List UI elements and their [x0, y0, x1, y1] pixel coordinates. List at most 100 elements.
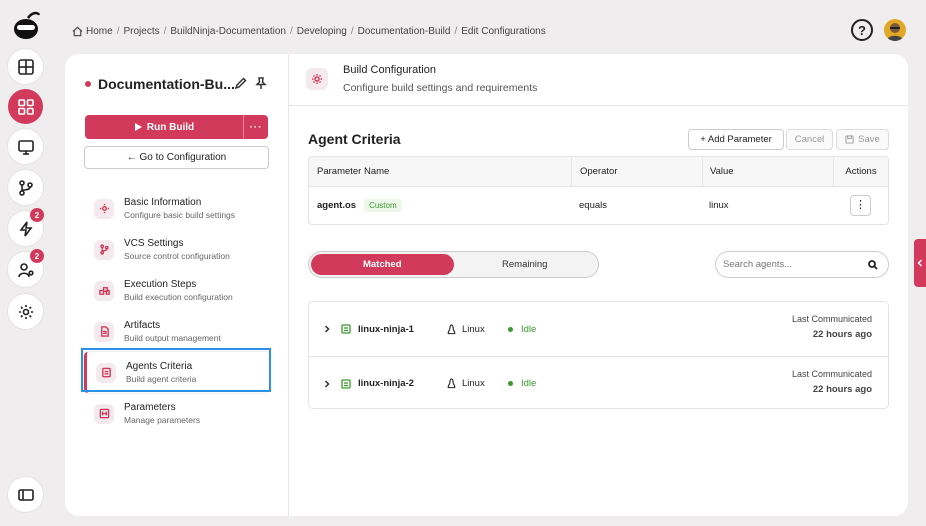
- col-operator: Operator: [571, 157, 702, 187]
- nav-artifacts[interactable]: Artifacts Build output management: [84, 311, 269, 352]
- chevron-right-icon[interactable]: [323, 325, 331, 333]
- breadcrumb-projects[interactable]: Projects: [123, 26, 159, 37]
- rail-builds-button[interactable]: 2: [8, 208, 44, 246]
- save-button[interactable]: Save: [836, 129, 889, 150]
- row-actions-button[interactable]: ⋮: [850, 195, 871, 216]
- rail-dashboard-button[interactable]: [8, 49, 43, 84]
- agents-list: linux-ninja-1 Linux Idle Last Communicat…: [308, 301, 889, 409]
- status-dot: [85, 81, 91, 87]
- run-build-label: Run Build: [146, 121, 195, 133]
- last-communicated: Last Communicated 22 hours ago: [792, 369, 872, 395]
- search-input[interactable]: [723, 259, 853, 270]
- nav-basic-information[interactable]: Basic Information Configure basic build s…: [84, 188, 269, 229]
- grid-icon: [17, 98, 34, 115]
- agent-icon: [101, 367, 111, 378]
- param-name: agent.os: [317, 200, 357, 211]
- run-build-main[interactable]: Run Build: [85, 115, 243, 139]
- cancel-button[interactable]: Cancel: [786, 129, 833, 150]
- table-row: agent.os Custom equals linux ⋮: [309, 187, 888, 224]
- status-badge: Idle: [508, 324, 536, 335]
- rail-projects-button[interactable]: [8, 89, 43, 124]
- actions-cell: ⋮: [833, 195, 888, 216]
- gear-icon: [18, 304, 33, 319]
- agent-os-label: Linux: [462, 378, 485, 389]
- edit-icon[interactable]: [234, 76, 248, 90]
- agent-icon: [341, 324, 351, 334]
- builds-badge: 2: [30, 208, 44, 222]
- branch-icon: [99, 244, 109, 255]
- param-name-cell: agent.os Custom: [309, 199, 571, 212]
- last-communicated-label: Last Communicated: [791, 369, 872, 379]
- nav-subtitle: Source control configuration: [124, 251, 230, 261]
- help-button[interactable]: ?: [851, 19, 873, 41]
- branch-icon: [18, 179, 33, 196]
- agent-os: Linux: [446, 324, 508, 335]
- breadcrumb-developing[interactable]: Developing: [297, 26, 347, 37]
- rail-agents-button[interactable]: [8, 129, 43, 164]
- section-subtitle: Configure build settings and requirement…: [343, 82, 538, 94]
- lightning-icon: [18, 221, 33, 236]
- home-icon: [72, 26, 83, 36]
- rail-settings-button[interactable]: [8, 294, 43, 329]
- nav-vcs-settings[interactable]: VCS Settings Source control configuration: [84, 229, 269, 270]
- last-communicated-label: Last Communicated: [791, 314, 872, 324]
- agent-search[interactable]: [715, 251, 889, 278]
- param-operator: equals: [579, 200, 607, 211]
- file-icon: [100, 326, 109, 337]
- status-badge: Idle: [508, 378, 536, 389]
- add-parameter-button[interactable]: + Add Parameter: [688, 129, 784, 150]
- tab-remaining[interactable]: Remaining: [454, 254, 597, 275]
- rail-vcs-button[interactable]: [8, 170, 43, 205]
- pin-icon[interactable]: [254, 76, 268, 90]
- run-build-more-button[interactable]: ···: [243, 115, 268, 139]
- nav-title: Execution Steps: [124, 279, 197, 290]
- status-text: Idle: [521, 323, 537, 335]
- agent-name[interactable]: linux-ninja-2: [358, 378, 446, 389]
- nav-parameters[interactable]: Parameters Manage parameters: [84, 393, 269, 434]
- nav-execution-steps[interactable]: Execution Steps Build execution configura…: [84, 270, 269, 311]
- ninja-logo-icon[interactable]: [12, 10, 40, 40]
- agent-criteria-title: Agent Criteria: [308, 131, 401, 147]
- nav-title: Parameters: [124, 402, 176, 413]
- rail-collapse-button[interactable]: [8, 477, 43, 512]
- play-icon: [134, 123, 142, 131]
- go-to-configuration-button[interactable]: ← Go to Configuration: [84, 146, 269, 169]
- help-icon: ?: [858, 22, 866, 38]
- avatar-icon: [887, 23, 903, 41]
- breadcrumb-build[interactable]: Documentation-Build: [358, 26, 451, 37]
- last-communicated: Last Communicated 22 hours ago: [792, 314, 872, 340]
- breadcrumb-project[interactable]: BuildNinja-Documentation: [170, 26, 286, 37]
- nav-subtitle: Build execution configuration: [124, 292, 233, 302]
- tab-matched[interactable]: Matched: [311, 254, 454, 275]
- user-gear-icon: [17, 262, 34, 277]
- last-communicated-value: 22 hours ago: [812, 384, 872, 395]
- status-text: Idle: [521, 378, 537, 389]
- steps-icon: [98, 287, 110, 295]
- avatar[interactable]: [884, 19, 906, 41]
- nav-agents-criteria[interactable]: Agents Criteria Build agent criteria: [84, 352, 269, 393]
- breadcrumb-home[interactable]: Home: [86, 26, 113, 37]
- project-title: Documentation-Bu...: [85, 76, 235, 92]
- gear-icon: [312, 74, 322, 84]
- run-build-button[interactable]: Run Build ···: [85, 115, 268, 139]
- search-icon[interactable]: [868, 259, 878, 270]
- config-nav: Basic Information Configure basic build s…: [84, 188, 269, 434]
- rail-users-button[interactable]: 2: [8, 249, 44, 287]
- breadcrumb: Home / Projects / BuildNinja-Documentation…: [72, 22, 546, 40]
- linux-icon: [447, 323, 456, 334]
- linux-icon: [447, 378, 456, 389]
- table-header: Parameter Name Operator Value Actions: [309, 157, 888, 187]
- list-item[interactable]: linux-ninja-2 Linux Idle Last Communicat…: [309, 356, 888, 408]
- nav-subtitle: Manage parameters: [124, 415, 201, 425]
- nav-subtitle: Build output management: [124, 333, 221, 343]
- breadcrumb-current: Edit Configurations: [461, 25, 546, 37]
- last-communicated-value: 22 hours ago: [812, 329, 872, 340]
- chevron-right-icon[interactable]: [323, 379, 331, 388]
- agent-name[interactable]: linux-ninja-1: [358, 324, 446, 335]
- params-icon: [99, 408, 109, 419]
- monitor-icon: [17, 139, 34, 155]
- side-panel-toggle[interactable]: [914, 239, 926, 287]
- chevron-left-icon: [917, 259, 923, 267]
- col-parameter-name: Parameter Name: [317, 166, 390, 177]
- list-item[interactable]: linux-ninja-1 Linux Idle Last Communicat…: [309, 302, 888, 356]
